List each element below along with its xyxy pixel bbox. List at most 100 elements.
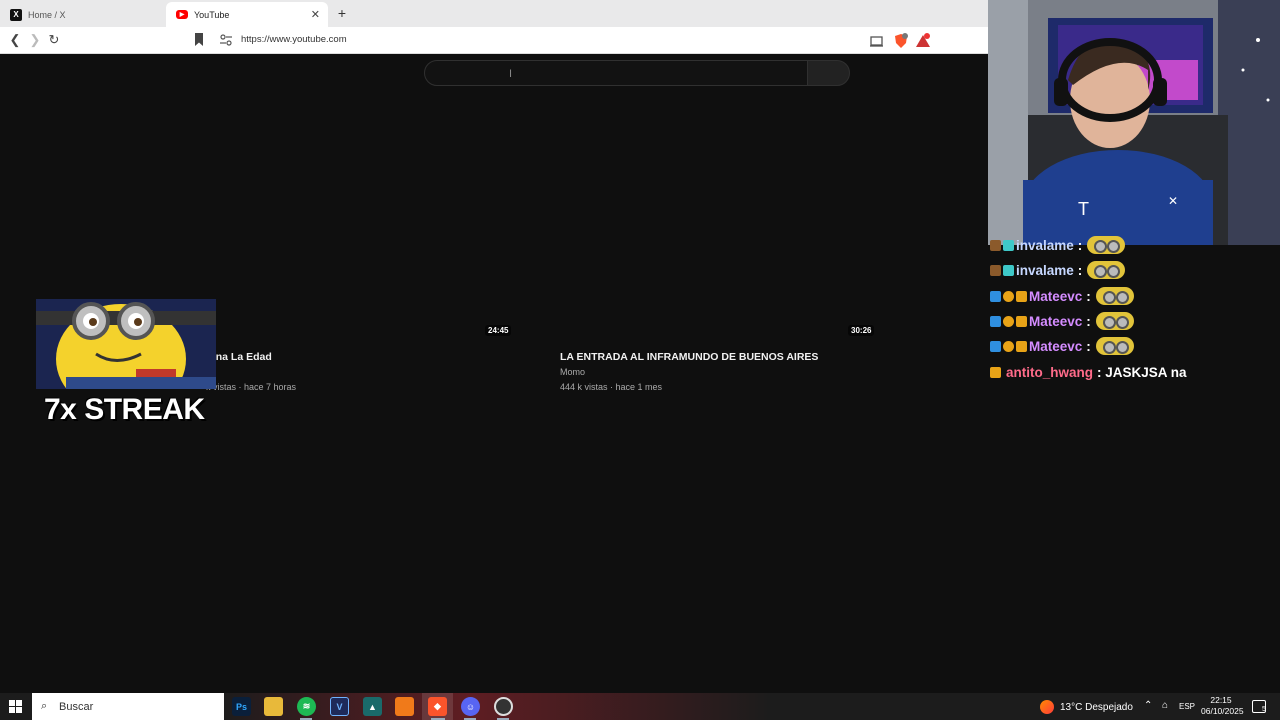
crown-badge-icon — [1016, 340, 1027, 352]
video-duration: 30:26 — [848, 325, 875, 336]
webcam-image: T ✕ — [988, 0, 1280, 245]
taskbar-search-label: Buscar — [59, 701, 94, 713]
chat-message: Mateevc : — [990, 286, 1134, 306]
badge-icon — [1003, 264, 1014, 276]
svg-text:T: T — [1078, 199, 1089, 219]
chat-text: : — [1086, 288, 1091, 304]
webcam-feed: T ✕ — [988, 0, 1280, 245]
video-duration: 24:45 — [485, 325, 512, 336]
video-title[interactable]: LA ENTRADA AL INFRAMUNDO DE BUENOS AIRES — [560, 351, 818, 363]
tab-youtube[interactable]: ▶ YouTube ✕ — [166, 2, 328, 27]
tab-strip: X Home / X ▶ YouTube ✕ + — [0, 0, 988, 27]
crown-badge-icon — [1016, 315, 1027, 327]
spotify-icon[interactable]: ≋ — [297, 697, 316, 716]
streak-text: 7x STREAK — [44, 393, 205, 426]
chat-message: Mateevc : — [990, 311, 1134, 331]
badge-icon — [1003, 340, 1014, 352]
back-button[interactable]: ❮ — [7, 32, 23, 48]
windows-taskbar: ⌕ Buscar Ps ≋ V ▲ ◆ ☺ 13°C Despejado ⌃ ⌂… — [0, 693, 1280, 720]
minion-emote-icon — [1095, 312, 1134, 330]
minion-emote-icon — [1087, 236, 1126, 254]
browser-toolbar: ❮ ❯ ↻ https://www.youtube.com — [0, 27, 988, 54]
badge-icon — [1003, 239, 1014, 251]
chat-text: : JASKJSA na — [1097, 364, 1187, 380]
language-indicator[interactable]: ESP — [1179, 702, 1195, 711]
photoshop-icon[interactable]: Ps — [232, 697, 251, 716]
crown-badge-icon — [1016, 290, 1027, 302]
minion-emote-icon — [1095, 337, 1134, 355]
text-cursor-icon: I — [509, 68, 513, 80]
video-meta: 444 k vistas · hace 1 mes — [560, 382, 663, 392]
badge-icon — [990, 264, 1001, 276]
weather-widget[interactable]: 13°C Despejado — [1040, 700, 1133, 714]
chat-username: antito_hwang — [1006, 364, 1093, 380]
vegas-icon[interactable]: V — [330, 697, 349, 716]
chat-text: : — [1077, 262, 1083, 278]
weather-icon — [1040, 700, 1054, 714]
chat-username: invalame — [1016, 237, 1074, 253]
badge-icon — [990, 239, 1001, 251]
windows-start-icon[interactable] — [9, 700, 22, 713]
discord-icon[interactable]: ☺ — [461, 697, 480, 716]
tab-title: Home / X — [28, 9, 66, 20]
search-icon: ⌕ — [41, 700, 48, 712]
site-settings-icon[interactable] — [220, 34, 232, 46]
obs-icon[interactable] — [494, 697, 513, 716]
chat-message: invalame : — [990, 235, 1126, 255]
close-tab-icon[interactable]: ✕ — [311, 8, 320, 21]
brave-icon[interactable]: ◆ — [428, 697, 447, 716]
video-meta: k vistas · hace 7 horas — [206, 382, 297, 392]
cast-icon[interactable] — [869, 33, 885, 49]
x-logo-icon: X — [10, 8, 22, 21]
chat-message: invalame : — [990, 260, 1126, 280]
address-bar[interactable]: https://www.youtube.com — [241, 34, 347, 45]
video-title[interactable]: vina La Edad — [207, 351, 272, 363]
brave-rewards-icon[interactable] — [915, 33, 931, 49]
clock-date: 06/10/2025 — [1201, 706, 1244, 716]
forward-button[interactable]: ❯ — [27, 32, 43, 48]
minion-emote-icon — [1087, 261, 1126, 279]
badge-icon — [1003, 315, 1014, 327]
weather-text: 13°C Despejado — [1060, 701, 1133, 713]
stream-side-panel: T ✕ invalame : invalame : Mateevc : Mate… — [988, 0, 1280, 693]
clock[interactable]: 22:15 06/10/2025 — [1201, 695, 1244, 717]
chat-username: Mateevc — [1029, 313, 1083, 329]
chat-text: : — [1086, 313, 1091, 329]
app-icon[interactable]: ▲ — [363, 697, 382, 716]
chat-username: invalame — [1016, 262, 1074, 278]
chat-username: Mateevc — [1029, 338, 1083, 354]
reload-button[interactable]: ↻ — [46, 32, 62, 48]
tab-title: YouTube — [194, 9, 230, 20]
chat-text: : — [1077, 237, 1083, 253]
search-button[interactable] — [807, 60, 850, 86]
chevron-up-icon[interactable]: ⌃ — [1144, 700, 1152, 711]
fl-studio-icon[interactable] — [395, 697, 414, 716]
brave-shields-icon[interactable] — [893, 33, 909, 49]
chat-username: Mateevc — [1029, 288, 1083, 304]
video-channel[interactable]: Momo — [560, 367, 585, 377]
svg-text:✕: ✕ — [1168, 194, 1178, 208]
taskbar-search-input[interactable]: ⌕ Buscar — [32, 693, 224, 720]
search-input[interactable] — [424, 60, 808, 86]
clock-time: 22:15 — [1210, 695, 1232, 705]
stream-chat: invalame : invalame : Mateevc : Mateevc … — [988, 236, 1280, 390]
network-icon[interactable]: ⌂ — [1162, 700, 1168, 711]
minion-image — [36, 299, 216, 389]
crown-badge-icon — [990, 366, 1001, 378]
badge-icon — [990, 290, 1001, 302]
minion-emote-icon — [1095, 287, 1134, 305]
chat-message: antito_hwang : JASKJSA na — [990, 362, 1187, 382]
minion-graphic — [36, 299, 216, 389]
chat-message: Mateevc : — [990, 336, 1134, 356]
new-tab-button[interactable]: + — [334, 5, 350, 21]
tab-home-x[interactable]: X Home / X — [0, 2, 165, 27]
bookmark-icon[interactable] — [194, 33, 204, 46]
youtube-icon: ▶ — [176, 10, 188, 19]
badge-icon — [990, 340, 1001, 352]
file-explorer-icon[interactable] — [264, 697, 283, 716]
chat-text: : — [1086, 338, 1091, 354]
notification-count: 5 — [1262, 706, 1266, 713]
badge-icon — [1003, 290, 1014, 302]
badge-icon — [990, 315, 1001, 327]
streak-overlay: 7x STREAK — [36, 299, 216, 435]
